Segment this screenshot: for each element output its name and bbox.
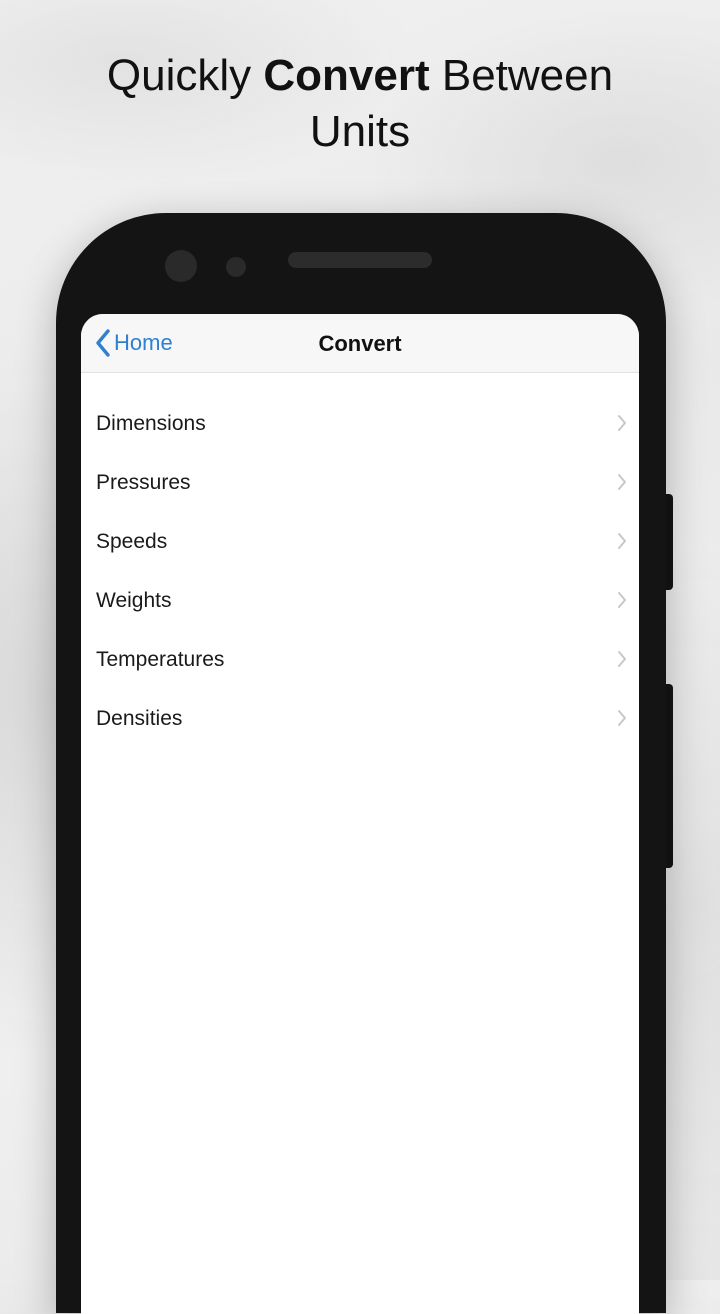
chevron-right-icon [617,532,627,555]
app-screen: Home Convert Dimensions Pressures Speeds [81,314,639,1314]
list-item-speeds[interactable]: Speeds [81,514,639,573]
page-title: Convert [318,331,402,356]
promo-headline: Quickly Convert Between Units [0,48,720,160]
list-item-temperatures[interactable]: Temperatures [81,632,639,691]
list-item-label: Temperatures [96,648,225,671]
headline-bold-word: Convert [263,51,430,100]
list-item-label: Dimensions [96,412,206,435]
conversion-category-list: Dimensions Pressures Speeds Weights Temp… [81,396,639,750]
list-item-weights[interactable]: Weights [81,573,639,632]
headline-suffix: Between [429,51,614,100]
phone-volume-button [665,494,673,590]
list-item-densities[interactable]: Densities [81,691,639,750]
phone-power-button [665,684,673,868]
chevron-right-icon [617,414,627,437]
phone-sensor [226,257,246,277]
list-item-label: Weights [96,589,172,612]
headline-line-2: Units [309,107,411,156]
list-item-pressures[interactable]: Pressures [81,455,639,514]
phone-frame: Home Convert Dimensions Pressures Speeds [56,213,666,1314]
chevron-right-icon [617,591,627,614]
chevron-right-icon [617,709,627,732]
phone-camera [165,250,197,282]
list-item-label: Densities [96,707,183,730]
headline-line-1: Quickly Convert Between [0,48,720,104]
chevron-right-icon [617,473,627,496]
list-item-label: Speeds [96,530,168,553]
headline-prefix: Quickly [106,51,264,100]
navigation-bar: Home Convert [81,314,639,373]
list-item-label: Pressures [96,471,191,494]
list-item-dimensions[interactable]: Dimensions [81,396,639,455]
phone-speaker [288,252,432,268]
chevron-right-icon [617,650,627,673]
